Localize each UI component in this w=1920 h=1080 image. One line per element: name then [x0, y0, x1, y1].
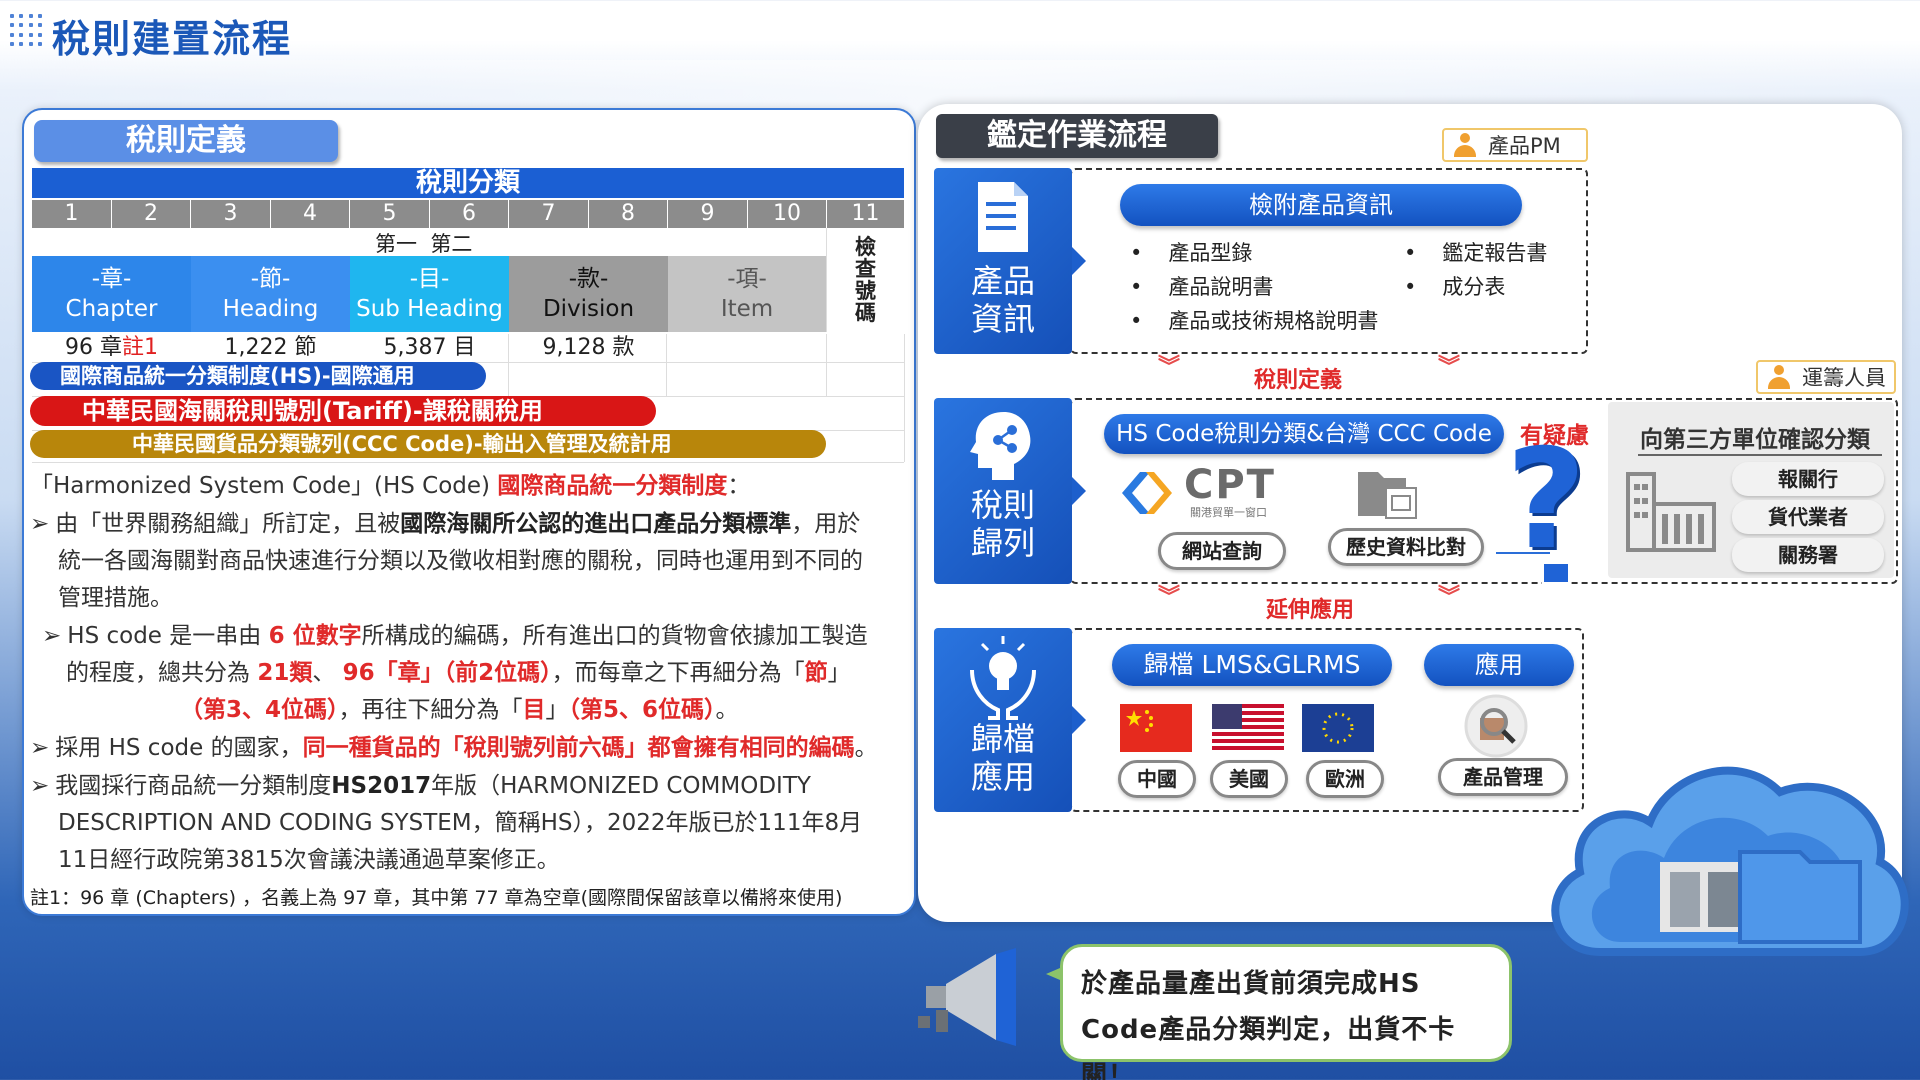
step-product-info: 產品 資訊: [934, 168, 1086, 354]
footnote: 註1：96 章 (Chapters) ，名義上為 97 章，其中第 77 章為空…: [30, 887, 843, 909]
digit-cell: 6: [430, 200, 509, 228]
page-title: 稅則建置流程: [52, 17, 293, 61]
desc-point-1: ➢ 由「世界關務組織」所訂定，且被國際海關所公認的進出口產品分類標準，用於: [30, 511, 861, 537]
category-item: -項- Item: [668, 256, 826, 332]
desc-point-4-line3: 11日經行政院第3815次會議決議通過草案修正。: [58, 847, 560, 873]
extended-application-link: 延伸應用: [1266, 598, 1355, 623]
third-party-forwarder: 貨代業者: [1732, 500, 1884, 534]
desc-point-1-line3: 管理措施。: [58, 585, 173, 611]
chevron-down-icon: ︾: [1438, 585, 1461, 610]
grid-line: [826, 334, 827, 396]
application-pill: 應用: [1424, 644, 1574, 686]
desc-point-4-line2: DESCRIPTION AND CODING SYSTEM，簡稱HS），2022…: [58, 810, 863, 836]
tariff-definition-title: 稅則定義: [34, 120, 338, 162]
grid-line: [508, 334, 509, 396]
note-ref: 註1: [122, 335, 158, 360]
head-network-icon: [970, 412, 1031, 480]
s1-item: • 產品型錄: [1130, 241, 1253, 265]
desc-point-2: ➢ HS code 是一串由 6 位數字所構成的編碼，所有進出口的貨物會依據加工製…: [42, 623, 868, 649]
first-second-label: 第一 第二: [375, 232, 473, 256]
callout-bubble: 於產品量產出貨前須完成HS Code產品分類判定，出貨不卡關！: [1060, 944, 1512, 1080]
megaphone-icon: [918, 948, 1016, 1046]
product-search-icon: [1464, 694, 1528, 758]
person-icon: [1452, 133, 1478, 157]
europe-pill: 歐洲: [1306, 760, 1384, 798]
count-row: 96 章註1 1,222 節 5,387 目 9,128 款: [32, 334, 668, 362]
usa-flag-icon: [1212, 704, 1284, 752]
category-heading: -節- Heading: [191, 256, 350, 332]
category-division: -款- Division: [509, 256, 668, 332]
archive-lms-glrms-pill: 歸檔 LMS&GLRMS: [1112, 644, 1392, 686]
tariff-classification-header: 稅則分類: [32, 168, 904, 198]
lightbulb-hands-icon: [970, 636, 1036, 720]
tag-logistics: 運籌人員: [1756, 360, 1896, 394]
count-subheading: 5,387 目: [383, 335, 476, 360]
cpt-logo: CPT 關港貿單一窗口: [1120, 462, 1296, 520]
digit-cell: 8: [589, 200, 668, 228]
digit-cell: 9: [668, 200, 748, 228]
band-hs: 國際商品統一分類制度(HS)-國際通用: [30, 362, 486, 390]
digit-cell: 7: [509, 200, 589, 228]
chevron-down-icon: ︾: [1438, 355, 1461, 380]
usa-pill: 美國: [1210, 760, 1288, 798]
desc-point-2-line2: 的程度，總共分為 21類、 96「章」（前2位碼），而每章之下再細分為「節」: [66, 660, 851, 686]
digit-cell: 4: [271, 200, 350, 228]
grid-line: [904, 334, 905, 462]
desc-point-4: ➢ 我國採行商品統一分類制度HS2017年版（HARMONIZED COMMODI…: [30, 773, 811, 799]
website-query-pill: 網站查詢: [1158, 532, 1286, 570]
category-chapter: -章- Chapter: [32, 256, 191, 332]
desc-point-3: ➢ 採用 HS code 的國家，同一種貨品的「稅則號列前六碼」都會擁有相同的編碼…: [30, 735, 878, 761]
desc-point-1-line2: 統一各國海關對商品快速進行分類以及徵收相對應的關稅，同時也運用到不同的: [58, 548, 863, 574]
china-pill: 中國: [1118, 760, 1196, 798]
tag-product-pm: 產品PM: [1442, 128, 1588, 162]
digit-row: 1 2 3 4 5 6 7 8 9 10 11: [32, 200, 904, 228]
third-party-customs-admin: 關務署: [1732, 538, 1884, 572]
desc-point-2-line3: （第3、4位碼），再往下細分為「目」（第5、6位碼）。: [180, 697, 739, 723]
count-division: 9,128 款: [542, 335, 635, 360]
question-mark-dot: [1542, 562, 1570, 584]
person-icon: [1766, 365, 1792, 389]
digit-cell: 1: [32, 200, 112, 228]
third-party-customs-broker: 報關行: [1732, 462, 1884, 496]
step-archive-application: 歸檔 應用: [934, 628, 1086, 812]
china-flag-icon: [1120, 704, 1192, 752]
digit-cell: 11: [827, 200, 904, 228]
appraisal-process-title: 鑑定作業流程: [936, 114, 1218, 158]
digit-cell: 2: [112, 200, 191, 228]
category-subheading: -目- Sub Heading: [350, 256, 509, 332]
digit-cell: 3: [191, 200, 271, 228]
grid-line: [666, 334, 667, 396]
eu-flag-icon: [1302, 704, 1374, 752]
history-compare-pill: 歷史資料比對: [1328, 528, 1484, 566]
attach-product-info-pill: 檢附產品資訊: [1120, 184, 1522, 226]
hs-ccc-code-pill: HS Code稅則分類&台灣 CCC Code: [1104, 414, 1504, 454]
s1-item: • 產品說明書: [1130, 275, 1274, 299]
step-tariff-classification: 稅則 歸列: [934, 398, 1086, 584]
band-ccc: 中華民國貨品分類號列(CCC Code)-輸出入管理及統計用: [30, 430, 826, 458]
building-icon: [1626, 472, 1716, 552]
cpt-logo-mark-icon: [1122, 472, 1172, 514]
question-mark-icon: ?: [1506, 419, 1587, 580]
desc-intro: 「Harmonized System Code」(HS Code) 國際商品統一…: [30, 473, 751, 499]
title-dots-icon: [10, 14, 44, 48]
cloud-folder-icon: [1551, 766, 1909, 956]
document-icon: [978, 182, 1028, 252]
digit-cell: 5: [350, 200, 430, 228]
count-heading: 1,222 節: [224, 335, 317, 360]
s1-item: • 產品或技術規格說明書: [1130, 309, 1379, 333]
grid-line: [32, 462, 904, 463]
tariff-definition-link: 稅則定義: [1254, 368, 1343, 393]
chevron-down-icon: ︾: [1158, 355, 1181, 380]
divider: [1638, 454, 1882, 456]
s1-item: • 成分表: [1404, 275, 1506, 299]
folder-history-icon: [1358, 472, 1417, 519]
count-chapter: 96 章註1: [65, 335, 158, 360]
digit-cell: 10: [748, 200, 827, 228]
check-code-label: 檢 查 號 碼: [826, 228, 904, 332]
band-tariff: 中華民國海關稅則號別(Tariff)-課稅關稅用: [30, 396, 656, 426]
s1-item: • 鑑定報告書: [1404, 241, 1548, 265]
third-party-title: 向第三方單位確認分類: [1640, 427, 1870, 453]
chevron-down-icon: ︾: [1158, 585, 1181, 610]
category-row: -章- Chapter -節- Heading -目- Sub Heading -款-…: [32, 256, 826, 332]
